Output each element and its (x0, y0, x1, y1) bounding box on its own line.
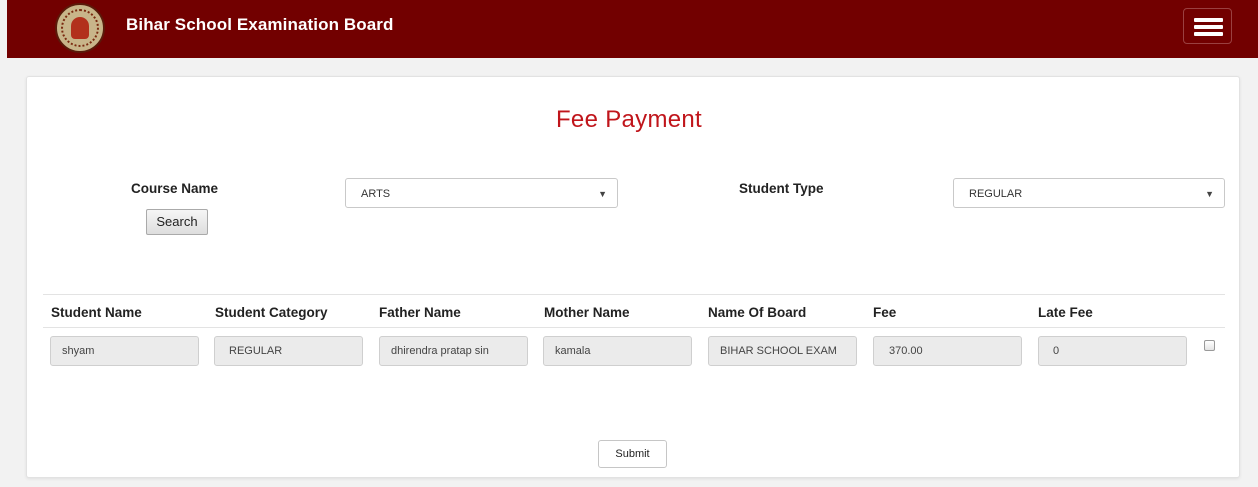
mother-name-field[interactable]: kamala (543, 336, 692, 366)
hamburger-menu-icon (1194, 25, 1223, 29)
father-name-field[interactable]: dhirendra pratap sin (379, 336, 528, 366)
hamburger-menu-icon (1194, 18, 1223, 22)
dropdown-arrow-icon: ▼ (598, 189, 607, 199)
student-type-select[interactable]: REGULAR ▼ (953, 178, 1225, 208)
column-header-fee: Fee (873, 305, 897, 320)
search-button[interactable]: Search (146, 209, 208, 235)
name-of-board-field[interactable]: BIHAR SCHOOL EXAM (708, 336, 857, 366)
emblem-figure (71, 17, 89, 39)
course-name-select[interactable]: ARTS ▼ (345, 178, 618, 208)
column-header-mother-name: Mother Name (544, 305, 630, 320)
brand-title[interactable]: Bihar School Examination Board (126, 15, 394, 35)
column-header-father-name: Father Name (379, 305, 461, 320)
late-fee-field[interactable]: 0 (1038, 336, 1187, 366)
row-select-checkbox[interactable] (1204, 340, 1215, 351)
table-top-divider (43, 294, 1225, 295)
column-header-late-fee: Late Fee (1038, 305, 1093, 320)
student-type-label: Student Type (739, 181, 824, 196)
fee-field[interactable]: 370.00 (873, 336, 1022, 366)
column-header-student-category: Student Category (215, 305, 328, 320)
column-header-student-name: Student Name (51, 305, 142, 320)
fee-payment-card (26, 76, 1240, 478)
column-header-name-of-board: Name Of Board (708, 305, 807, 320)
dropdown-arrow-icon: ▼ (1205, 189, 1214, 199)
course-name-label: Course Name (131, 181, 219, 196)
student-category-field[interactable]: REGULAR (214, 336, 363, 366)
hamburger-menu-button[interactable] (1183, 8, 1232, 44)
table-header-divider (43, 327, 1225, 328)
submit-button[interactable]: Submit (598, 440, 667, 468)
course-name-selected-value: ARTS (361, 188, 391, 200)
student-type-selected-value: REGULAR (969, 188, 1023, 200)
page-title: Fee Payment (555, 106, 703, 133)
top-navbar: Bihar School Examination Board (7, 0, 1258, 58)
hamburger-menu-icon (1194, 32, 1223, 36)
bseb-emblem-icon[interactable] (55, 3, 105, 53)
student-name-field[interactable]: shyam (50, 336, 199, 366)
